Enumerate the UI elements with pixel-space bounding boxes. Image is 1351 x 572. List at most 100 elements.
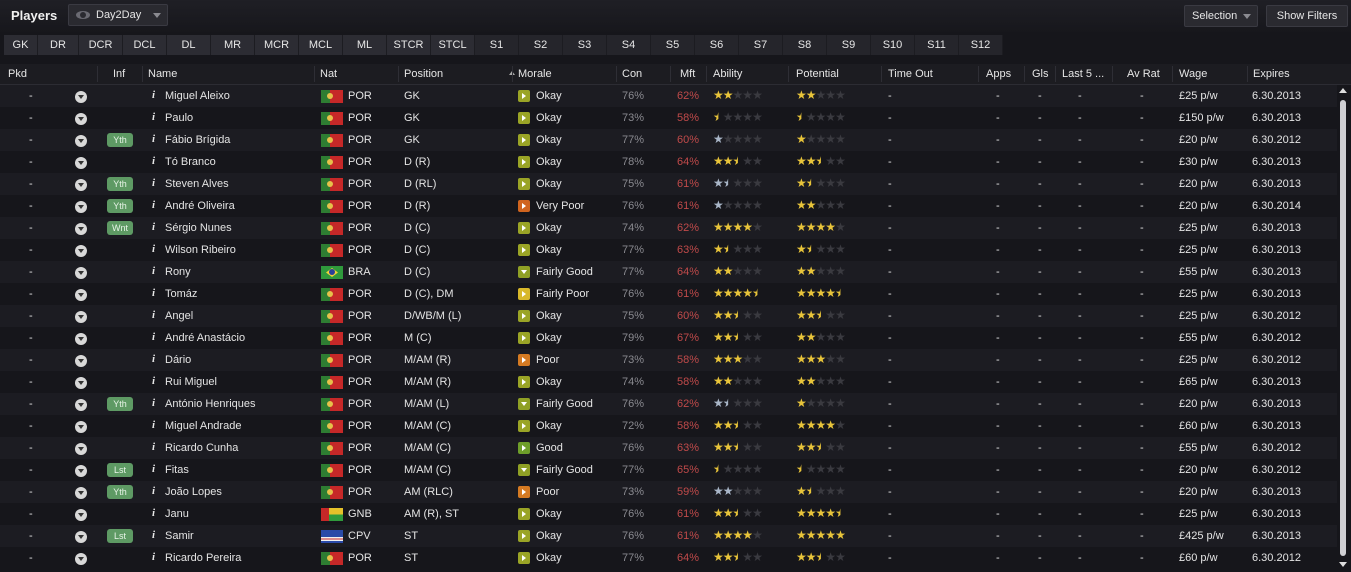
filter-tab-s3[interactable]: S3 — [563, 35, 607, 55]
column-header-wage[interactable]: Wage — [1179, 68, 1207, 80]
player-name[interactable]: André Oliveira — [165, 200, 235, 212]
table-row[interactable]: - i Miguel Andrade POR M/AM (C) Okay 72% 58% ★★★… — [0, 415, 1337, 437]
info-icon[interactable]: i — [152, 177, 155, 189]
info-icon[interactable]: i — [152, 353, 155, 365]
column-divider[interactable] — [1055, 66, 1056, 82]
table-row[interactable]: - i Rony BRA D (C) Fairly Good 77% 64% ★★★★★ ★★★★… — [0, 261, 1337, 283]
info-icon[interactable]: i — [152, 265, 155, 277]
column-divider[interactable] — [706, 66, 707, 82]
column-divider[interactable] — [881, 66, 882, 82]
player-name[interactable]: Fábio Brígida — [165, 134, 230, 146]
table-row[interactable]: - Yth i João Lopes POR AM (RLC) Poor 73% 59% ★★★★… — [0, 481, 1337, 503]
info-icon[interactable]: i — [152, 507, 155, 519]
filter-tab-s1[interactable]: S1 — [475, 35, 519, 55]
column-divider[interactable] — [1172, 66, 1173, 82]
info-icon[interactable]: i — [152, 111, 155, 123]
column-divider[interactable] — [314, 66, 315, 82]
player-name[interactable]: Wilson Ribeiro — [165, 244, 236, 256]
column-divider[interactable] — [512, 66, 513, 82]
table-row[interactable]: - i Tomáz POR D (C), DM Fairly Poor 76% 61% ★★★★… — [0, 283, 1337, 305]
chevron-down-icon[interactable] — [75, 311, 87, 323]
column-header-position[interactable]: Position — [404, 68, 443, 80]
info-icon[interactable]: i — [152, 243, 155, 255]
column-header-apps[interactable]: Apps — [986, 68, 1011, 80]
column-divider[interactable] — [142, 66, 143, 82]
filter-tab-dl[interactable]: DL — [167, 35, 211, 55]
info-icon[interactable]: i — [152, 309, 155, 321]
player-name[interactable]: Paulo — [165, 112, 193, 124]
info-icon[interactable]: i — [152, 89, 155, 101]
column-header-time-out[interactable]: Time Out — [888, 68, 933, 80]
chevron-down-icon[interactable] — [75, 179, 87, 191]
player-name[interactable]: Rony — [165, 266, 191, 278]
column-header-nat[interactable]: Nat — [320, 68, 337, 80]
column-divider[interactable] — [398, 66, 399, 82]
table-row[interactable]: - Lst i Samir CPV ST Okay 76% 61% ★★★★★ ★★★★★ - - - - -… — [0, 525, 1337, 547]
chevron-down-icon[interactable] — [75, 113, 87, 125]
player-name[interactable]: João Lopes — [165, 486, 222, 498]
selection-dropdown[interactable]: Selection — [1184, 5, 1258, 27]
chevron-down-icon[interactable] — [75, 509, 87, 521]
chevron-down-icon[interactable] — [75, 245, 87, 257]
column-divider[interactable] — [97, 66, 98, 82]
player-name[interactable]: André Anastácio — [165, 332, 245, 344]
player-name[interactable]: Tomáz — [165, 288, 197, 300]
filter-tab-s11[interactable]: S11 — [915, 35, 959, 55]
column-divider[interactable] — [670, 66, 671, 82]
table-row[interactable]: - i Angel POR D/WB/M (L) Okay 75% 60% ★★★★★ ★★★★★… — [0, 305, 1337, 327]
player-name[interactable]: Ricardo Pereira — [165, 552, 241, 564]
view-selector[interactable]: Day2Day — [68, 4, 168, 26]
chevron-down-icon[interactable] — [75, 355, 87, 367]
column-header-pkd[interactable]: Pkd — [8, 68, 27, 80]
chevron-down-icon[interactable] — [75, 289, 87, 301]
table-row[interactable]: - i Ricardo Pereira POR ST Okay 77% 64% ★★★★★ ★★★… — [0, 547, 1337, 569]
chevron-down-icon[interactable] — [75, 333, 87, 345]
info-icon[interactable]: i — [152, 331, 155, 343]
chevron-down-icon[interactable] — [75, 91, 87, 103]
table-row[interactable]: - Wnt i Sérgio Nunes POR D (C) Okay 74% 62% ★★★★★… — [0, 217, 1337, 239]
info-icon[interactable]: i — [152, 441, 155, 453]
table-row[interactable]: - Yth i Fábio Brígida POR GK Okay 77% 60% ★★★★★ ★★… — [0, 129, 1337, 151]
filter-tab-s10[interactable]: S10 — [871, 35, 915, 55]
table-row[interactable]: - i Tó Branco POR D (R) Okay 78% 64% ★★★★★ ★★★★★ -… — [0, 151, 1337, 173]
filter-tab-mcr[interactable]: MCR — [255, 35, 299, 55]
info-icon[interactable]: i — [152, 199, 155, 211]
chevron-down-icon[interactable] — [75, 157, 87, 169]
chevron-down-icon[interactable] — [75, 201, 87, 213]
info-icon[interactable]: i — [152, 463, 155, 475]
filter-tab-s5[interactable]: S5 — [651, 35, 695, 55]
chevron-down-icon[interactable] — [75, 223, 87, 235]
show-filters-button[interactable]: Show Filters — [1266, 5, 1348, 27]
player-name[interactable]: Steven Alves — [165, 178, 229, 190]
column-divider[interactable] — [1024, 66, 1025, 82]
info-icon[interactable]: i — [152, 551, 155, 563]
column-divider[interactable] — [788, 66, 789, 82]
scroll-up-icon[interactable] — [1339, 88, 1347, 93]
info-icon[interactable]: i — [152, 221, 155, 233]
column-header-potential[interactable]: Potential — [796, 68, 839, 80]
table-row[interactable]: - Yth i Steven Alves POR D (RL) Okay 75% 61% ★★★★… — [0, 173, 1337, 195]
chevron-down-icon[interactable] — [75, 553, 87, 565]
filter-tab-s2[interactable]: S2 — [519, 35, 563, 55]
table-row[interactable]: - Lst i Fitas POR M/AM (C) Fairly Good 77% 65% ★★… — [0, 459, 1337, 481]
column-header-inf[interactable]: Inf — [113, 68, 125, 80]
chevron-down-icon[interactable] — [75, 135, 87, 147]
info-icon[interactable]: i — [152, 155, 155, 167]
filter-tab-stcl[interactable]: STCL — [431, 35, 475, 55]
table-row[interactable]: - i Rui Miguel POR M/AM (R) Okay 74% 58% ★★★★★ ★★… — [0, 371, 1337, 393]
info-icon[interactable]: i — [152, 485, 155, 497]
scroll-down-icon[interactable] — [1339, 562, 1347, 567]
info-icon[interactable]: i — [152, 529, 155, 541]
table-row[interactable]: - i Paulo POR GK Okay 73% 58% ★★★★★ ★★★★★ - - - - - £15… — [0, 107, 1337, 129]
column-header-name[interactable]: Name — [148, 68, 177, 80]
filter-tab-mr[interactable]: MR — [211, 35, 255, 55]
column-header-mft[interactable]: Mft — [680, 68, 695, 80]
player-name[interactable]: António Henriques — [165, 398, 256, 410]
table-row[interactable]: - i André Anastácio POR M (C) Okay 79% 67% ★★★★★… — [0, 327, 1337, 349]
chevron-down-icon[interactable] — [75, 487, 87, 499]
table-row[interactable]: - Yth i André Oliveira POR D (R) Very Poor 76% 6… — [0, 195, 1337, 217]
column-header-expires[interactable]: Expires — [1253, 68, 1290, 80]
filter-tab-gk[interactable]: GK — [4, 35, 38, 55]
chevron-down-icon[interactable] — [75, 443, 87, 455]
info-icon[interactable]: i — [152, 133, 155, 145]
